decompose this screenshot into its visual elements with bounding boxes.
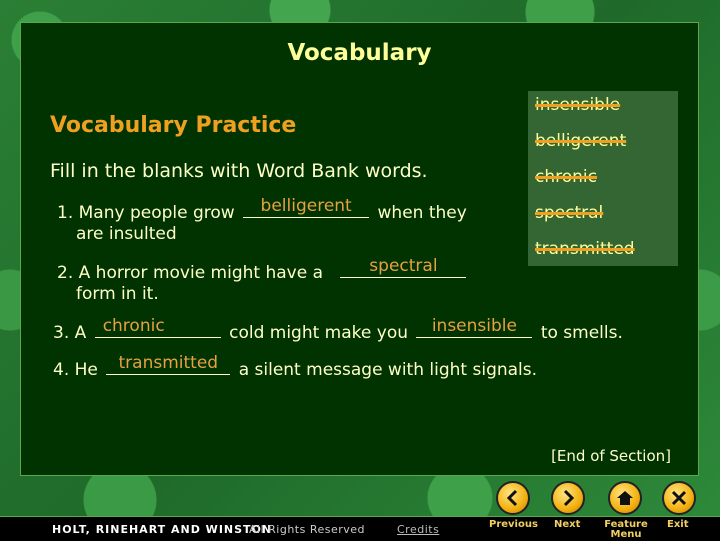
question-number: 3.: [53, 323, 70, 343]
word-bank-word: transmitted: [535, 239, 635, 259]
question-3: 3. A chronic cold might make you insensi…: [53, 316, 623, 345]
answer-blank[interactable]: insensible: [416, 316, 533, 338]
word-bank-word: spectral: [535, 203, 604, 223]
answer-text: insensible: [431, 316, 517, 336]
question-number: 4.: [53, 360, 70, 380]
home-icon: [617, 491, 633, 505]
rights-text: All Rights Reserved: [249, 523, 366, 536]
answer-text: transmitted: [118, 353, 219, 373]
feature-menu-button[interactable]: [608, 481, 642, 515]
question-text: He: [74, 360, 98, 380]
previous-label[interactable]: Previous: [489, 520, 538, 530]
word-bank-word: chronic: [535, 167, 597, 187]
feature-menu-label[interactable]: Feature Menu: [604, 520, 648, 540]
word-bank: insensible belligerent chronic spectral …: [528, 91, 678, 266]
instructions: Fill in the blanks with Word Bank words.: [50, 160, 428, 182]
word-bank-word: belligerent: [535, 131, 627, 151]
answer-blank[interactable]: transmitted: [106, 353, 231, 375]
answer-text: belligerent: [260, 196, 352, 216]
answer-blank[interactable]: chronic: [94, 316, 221, 338]
slide-panel: Vocabulary Vocabulary Practice Fill in t…: [20, 22, 699, 476]
credits-link[interactable]: Credits: [397, 523, 439, 536]
question-text: A: [74, 323, 87, 343]
question-2-line2: form in it.: [76, 284, 159, 304]
chevron-right-icon: [563, 489, 575, 507]
next-label[interactable]: Next: [554, 520, 580, 530]
answer-blank[interactable]: spectral: [340, 256, 467, 278]
question-number: 1.: [57, 203, 74, 223]
question-text: when they: [377, 203, 467, 223]
chevron-left-icon: [506, 489, 518, 507]
question-text: Many people grow: [78, 203, 235, 223]
close-icon: [671, 490, 687, 506]
slide-title: Vocabulary: [287, 40, 432, 66]
end-of-section-label: [End of Section]: [551, 447, 671, 465]
question-text: A horror movie might have a: [78, 263, 324, 283]
question-number: 2.: [57, 263, 74, 283]
question-text: to smells.: [540, 323, 623, 343]
next-button[interactable]: [551, 481, 585, 515]
footer-bar: HOLT, RINEHART AND WINSTON All Rights Re…: [0, 516, 720, 541]
word-bank-word: insensible: [535, 95, 621, 115]
question-1: 1. Many people grow belligerent when the…: [57, 196, 467, 225]
feature-label-line2: Menu: [610, 529, 642, 540]
question-text: a silent message with light signals.: [238, 360, 538, 380]
question-4: 4. He transmitted a silent message with …: [53, 353, 538, 382]
publisher-name: HOLT, RINEHART AND WINSTON: [52, 523, 273, 536]
answer-text: spectral: [369, 256, 438, 276]
previous-button[interactable]: [496, 481, 530, 515]
question-1-line2: are insulted: [76, 224, 177, 244]
answer-text: chronic: [102, 316, 165, 336]
exit-label[interactable]: Exit: [667, 520, 689, 530]
answer-blank[interactable]: belligerent: [243, 196, 370, 218]
question-text: cold might make you: [229, 323, 408, 343]
exit-button[interactable]: [662, 481, 696, 515]
question-2: 2. A horror movie might have a spectral: [57, 256, 469, 285]
section-subtitle: Vocabulary Practice: [50, 113, 297, 138]
